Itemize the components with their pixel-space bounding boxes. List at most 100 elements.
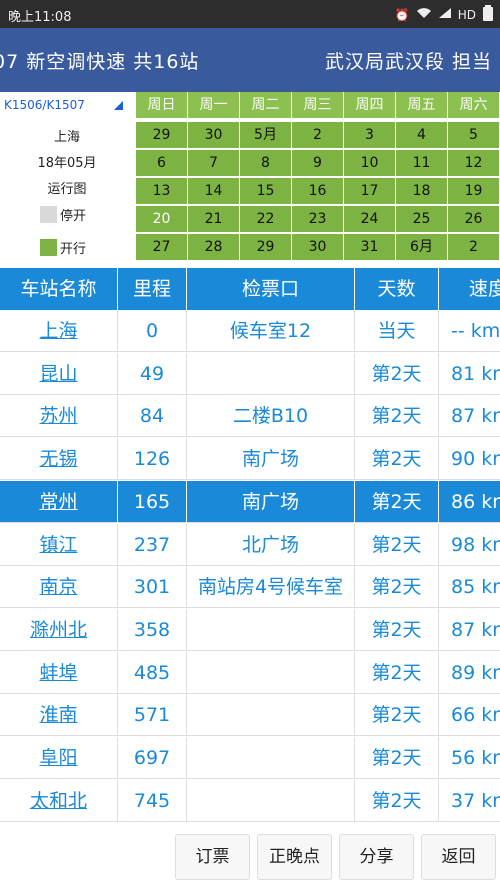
speed-cell: 85 km/h [439, 566, 500, 608]
calendar-day: 27 [136, 234, 188, 261]
calendar-day: 22 [240, 206, 292, 233]
wifi-icon [416, 7, 432, 22]
calendar-day: 9 [292, 150, 344, 177]
status-icons: ⏰ HD [395, 5, 494, 24]
mileage-cell: 126 [118, 438, 187, 481]
header-day: 天数 [355, 268, 439, 310]
calendar-day: 2 [448, 234, 500, 261]
calendar-day: 16 [292, 178, 344, 205]
header-mileage: 里程 [118, 268, 187, 310]
gate-cell: 南站房4号候车室 [187, 566, 355, 609]
table-row[interactable]: 蚌埠485 第2天89 km/h [0, 651, 500, 694]
table-row[interactable]: 太和北745 第2天37 km/h [0, 779, 500, 822]
table-row[interactable]: 苏州84二楼B10第2天87 km/h [0, 395, 500, 438]
calendar-info: K1506/K1507 上海 18年05月 运行图 停开 开行 [0, 92, 134, 266]
calendar-day: 29 [240, 234, 292, 261]
alarm-icon: ⏰ [394, 7, 410, 22]
day-cell: 当天 [355, 310, 439, 352]
share-button[interactable]: 分享 [339, 834, 414, 880]
day-cell: 第2天 [355, 566, 439, 609]
header-station: 车站名称 [0, 268, 118, 310]
station-name[interactable]: 蚌埠 [0, 651, 118, 694]
weekday-header: 周三 [292, 92, 344, 119]
gate-cell [187, 651, 355, 694]
weekday-header: 周一 [188, 92, 240, 119]
speed-cell: 81 km/h [439, 353, 500, 395]
title-bar: 07 新空调快速 共16站 武汉局武汉段 担当 [0, 28, 500, 92]
table-row[interactable]: 无锡126南广场第2天90 km/h [0, 438, 500, 481]
calendar-day: 25 [396, 206, 448, 233]
calendar-day: 8 [240, 150, 292, 177]
mileage-cell: 49 [118, 352, 187, 395]
table-row[interactable]: 上海0候车室12当天-- km/h [0, 310, 500, 352]
station-name[interactable]: 镇江 [0, 523, 118, 566]
calendar-day: 31 [344, 234, 396, 261]
calendar-day: 18 [396, 178, 448, 205]
gate-cell [187, 737, 355, 779]
station-name[interactable]: 苏州 [0, 395, 118, 438]
table-row[interactable]: 昆山49 第2天81 km/h [0, 352, 500, 395]
calendar-day: 28 [188, 234, 240, 261]
speed-cell: 37 km/h [439, 780, 500, 822]
day-cell: 第2天 [355, 608, 439, 651]
table-row[interactable]: 常州165南广场第2天86 km/h [0, 480, 500, 523]
weekday-header: 周日 [136, 92, 188, 119]
table-row[interactable]: 镇江237北广场第2天98 km/h [0, 523, 500, 566]
network-type: HD [457, 7, 476, 22]
signal-icon [438, 7, 452, 22]
station-name[interactable]: 太和北 [0, 779, 118, 822]
weekday-header: 周四 [344, 92, 396, 119]
station-name[interactable]: 昆山 [0, 352, 118, 395]
speed-cell: 90 km/h [439, 438, 500, 480]
station-name[interactable]: 滁州北 [0, 608, 118, 651]
book-ticket-button[interactable]: 订票 [175, 834, 250, 880]
gate-cell [187, 608, 355, 651]
mileage-cell: 165 [118, 480, 187, 523]
table-row[interactable]: 滁州北358 第2天87 km/h [0, 608, 500, 651]
table-row[interactable]: 南京301南站房4号候车室第2天85 km/h [0, 566, 500, 609]
gate-cell [187, 694, 355, 737]
station-name[interactable]: 上海 [0, 310, 118, 352]
legend-stop: 停开 [40, 205, 86, 224]
origin-station: 上海 [53, 130, 80, 145]
calendar-day: 15 [240, 178, 292, 205]
status-bar: 晚上11:08 ⏰ HD [0, 0, 500, 28]
station-name[interactable]: 南京 [0, 566, 118, 609]
day-cell: 第2天 [355, 480, 439, 523]
gate-cell: 南广场 [187, 438, 355, 481]
dropdown-triangle-icon[interactable] [114, 101, 123, 110]
calendar-day: 24 [344, 206, 396, 233]
calendar-day: 17 [344, 178, 396, 205]
calendar-day: 4 [396, 122, 448, 149]
speed-cell: 66 km/h [439, 694, 500, 736]
station-name[interactable]: 淮南 [0, 694, 118, 737]
table-row[interactable]: 淮南571 第2天66 km/h [0, 694, 500, 737]
speed-cell: 56 km/h [439, 737, 500, 779]
calendar-day: 23 [292, 206, 344, 233]
calendar-day: 19 [448, 178, 500, 205]
gate-cell [187, 352, 355, 395]
calendar-day: 30 [292, 234, 344, 261]
day-cell: 第2天 [355, 438, 439, 481]
gate-cell: 二楼B10 [187, 395, 355, 438]
calendar-day: 29 [136, 122, 188, 149]
station-name[interactable]: 阜阳 [0, 737, 118, 779]
mileage-cell: 358 [118, 608, 187, 651]
station-name[interactable]: 常州 [0, 480, 118, 523]
legend-run-swatch [40, 239, 57, 256]
calendar-day: 6 [136, 150, 188, 177]
weekday-header: 周五 [396, 92, 448, 119]
weekday-header: 周六 [448, 92, 500, 119]
back-button[interactable]: 返回 [421, 834, 496, 880]
mileage-cell: 485 [118, 651, 187, 694]
gate-cell [187, 779, 355, 822]
table-row[interactable]: 阜阳697 第2天56 km/h [0, 737, 500, 779]
battery-icon [482, 5, 494, 24]
speed-cell: 89 km/h [439, 652, 500, 694]
station-name[interactable]: 无锡 [0, 438, 118, 481]
train-code-selector[interactable]: K1506/K1507 [4, 98, 85, 112]
calendar-day: 6月 [396, 234, 448, 261]
day-cell: 第2天 [355, 779, 439, 822]
calendar-day: 30 [188, 122, 240, 149]
punctuality-button[interactable]: 正晚点 [257, 834, 332, 880]
